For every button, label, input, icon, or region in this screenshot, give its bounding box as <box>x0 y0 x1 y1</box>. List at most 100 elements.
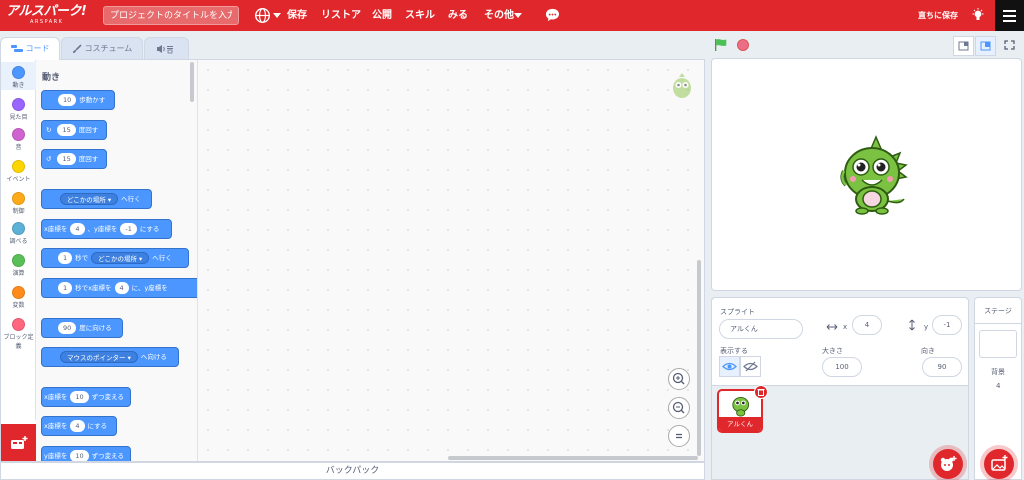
save-now-link[interactable]: 直ちに保存 <box>918 0 958 31</box>
block-input[interactable]: 15 <box>57 124 76 136</box>
menu-skill[interactable]: スキル <box>405 0 435 31</box>
fullscreen-button[interactable] <box>1000 36 1021 56</box>
category-my-blocks[interactable]: ブロック定義 <box>1 314 36 350</box>
script-vertical-scrollbar[interactable] <box>697 260 701 456</box>
block-move-steps[interactable]: 10 歩動かす <box>41 90 115 110</box>
category-looks[interactable]: 見た目 <box>1 94 36 122</box>
menu-publish[interactable]: 公開 <box>372 0 392 31</box>
category-control[interactable]: 制御 <box>1 188 36 216</box>
sprite-size-input[interactable]: 100 <box>822 357 862 377</box>
backpack-bar[interactable]: バックパック <box>0 462 705 480</box>
script-horizontal-scrollbar[interactable] <box>448 456 698 460</box>
turn-left-icon: ↺ <box>46 155 52 163</box>
script-area[interactable] <box>198 60 704 461</box>
category-events[interactable]: イベント <box>1 156 36 184</box>
lightbulb-icon[interactable] <box>972 8 984 22</box>
block-input[interactable]: -1 <box>120 223 137 235</box>
category-dot <box>12 286 25 299</box>
block-text: へ行く <box>121 195 141 203</box>
zoom-in-button[interactable] <box>668 368 690 390</box>
block-input[interactable]: 90 <box>58 322 77 334</box>
stage-selector[interactable]: ステージ 背景 4 <box>974 297 1022 480</box>
block-input[interactable]: 10 <box>70 450 89 461</box>
menu-watch[interactable]: みる <box>448 0 468 31</box>
block-input[interactable]: 4 <box>70 223 85 235</box>
delete-sprite-button[interactable] <box>754 385 768 399</box>
hamburger-menu-button[interactable] <box>995 0 1024 31</box>
add-backdrop-button[interactable] <box>984 449 1014 479</box>
block-text: にする <box>139 225 160 233</box>
block-turn-right[interactable]: ↻ 15 度回す <box>41 120 107 140</box>
other-caret-icon[interactable] <box>514 13 522 18</box>
block-goto[interactable]: どこかの場所 ▾ へ行く <box>41 189 152 209</box>
tab-sounds[interactable] <box>144 37 189 60</box>
normal-stage-button[interactable] <box>975 36 996 56</box>
category-variables[interactable]: 変数 <box>1 282 36 310</box>
category-operators[interactable]: 演算 <box>1 250 36 278</box>
block-point-towards[interactable]: マウスのポインター ▾ へ向ける <box>41 347 179 367</box>
block-point-direction[interactable]: 90 度に向ける <box>41 318 123 338</box>
block-dropdown[interactable]: どこかの場所 ▾ <box>91 252 150 264</box>
backdrops-label: 背景 <box>991 368 1005 376</box>
show-sprite-button[interactable] <box>719 356 740 377</box>
menu-restore[interactable]: リストア <box>321 0 361 31</box>
eye-off-icon <box>743 361 758 372</box>
menu-other[interactable]: その他 <box>484 0 514 31</box>
block-glide-xy[interactable]: 1 秒でx座標を 4 に、y座標を <box>41 278 197 298</box>
paintbrush-icon <box>73 43 82 53</box>
tab-code-label: コード <box>25 44 50 53</box>
chat-icon[interactable] <box>545 8 560 22</box>
block-input[interactable]: 4 <box>114 282 129 294</box>
block-input[interactable]: 4 <box>70 420 85 432</box>
add-sprite-icon <box>940 456 957 471</box>
block-set-xy[interactable]: x座標を 4 、y座標を -1 にする <box>41 219 172 239</box>
block-dropdown[interactable]: どこかの場所 ▾ <box>60 193 119 205</box>
tab-code[interactable]: コード <box>0 37 60 60</box>
zoom-out-button[interactable] <box>668 397 690 419</box>
dropdown-value: どこかの場所 <box>67 196 106 204</box>
arukun-sprite[interactable] <box>838 133 908 215</box>
block-input[interactable]: 1 <box>58 282 73 294</box>
add-sprite-button[interactable] <box>933 449 963 479</box>
zoom-reset-button[interactable] <box>668 425 690 447</box>
category-motion[interactable]: 動き <box>1 62 36 90</box>
stage-thumbnail[interactable] <box>979 330 1017 358</box>
category-label: 見た目 <box>9 114 28 121</box>
project-title-input[interactable] <box>103 6 239 25</box>
category-dot <box>12 254 25 267</box>
sprite-x-input[interactable]: 4 <box>852 315 882 335</box>
sprite-direction-input[interactable]: 90 <box>922 357 962 377</box>
small-stage-button[interactable] <box>953 36 974 56</box>
language-caret-icon[interactable] <box>273 13 281 18</box>
block-change-x[interactable]: x座標を 10 ずつ変える <box>41 387 131 407</box>
block-input[interactable]: 10 <box>70 391 89 403</box>
block-text: 度に向ける <box>79 324 112 332</box>
stop-button[interactable] <box>737 39 749 51</box>
block-glide-to[interactable]: 1 秒で どこかの場所 ▾ へ行く <box>41 248 189 268</box>
hide-sprite-button[interactable] <box>740 356 761 377</box>
block-change-y[interactable]: y座標を 10 ずつ変える <box>41 446 131 461</box>
menu-save[interactable]: 保存 <box>287 0 307 31</box>
block-dropdown[interactable]: マウスのポインター ▾ <box>60 351 138 363</box>
block-text: x座標を <box>44 225 68 233</box>
block-input[interactable]: 15 <box>57 153 76 165</box>
category-label: 調べる <box>9 238 28 245</box>
block-text: 度回す <box>78 126 99 134</box>
language-globe-icon[interactable] <box>254 7 271 24</box>
code-icon <box>11 44 23 52</box>
category-label: 変数 <box>12 302 25 309</box>
green-flag-icon[interactable] <box>714 38 728 52</box>
tab-costume[interactable]: コスチューム <box>61 37 143 60</box>
category-sensing[interactable]: 調べる <box>1 218 36 246</box>
block-turn-left[interactable]: ↺ 15 度回す <box>41 149 107 169</box>
block-set-x[interactable]: x座標を 4 にする <box>41 416 117 436</box>
block-text: へ向ける <box>140 353 167 361</box>
category-sound[interactable]: 音 <box>1 124 36 152</box>
block-input[interactable]: 10 <box>58 94 77 106</box>
arspark-logo[interactable]: アルスパーク! ARSPARK <box>6 5 90 26</box>
add-extension-button[interactable] <box>1 424 36 461</box>
sprite-name-input[interactable]: アルくん <box>719 319 803 339</box>
sprite-y-input[interactable]: -1 <box>932 315 962 335</box>
block-input[interactable]: 1 <box>58 252 73 264</box>
palette-scrollbar[interactable] <box>190 62 194 102</box>
